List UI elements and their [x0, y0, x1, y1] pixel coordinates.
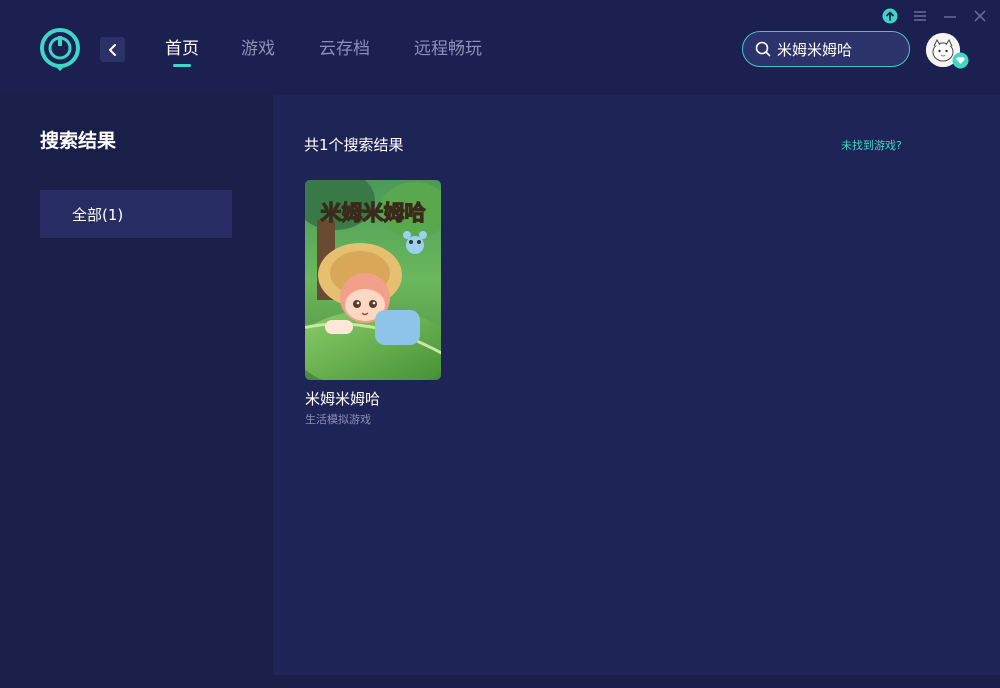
search-box[interactable]: [742, 31, 910, 67]
menu-icon[interactable]: [911, 7, 929, 25]
sidebar: 搜索结果 全部(1): [0, 95, 270, 688]
vip-diamond-icon: [951, 52, 970, 69]
nav-games-label: 游戏: [241, 39, 275, 59]
upload-icon[interactable]: [881, 7, 899, 25]
nav-remote-play-label: 远程畅玩: [414, 39, 482, 59]
nav-games[interactable]: 游戏: [241, 36, 275, 64]
not-found-link[interactable]: 未找到游戏?: [841, 137, 902, 153]
nav-home[interactable]: 首页: [165, 36, 199, 67]
minimize-icon[interactable]: [941, 7, 959, 25]
logo-icon: [40, 28, 80, 71]
app-window: 首页 游戏 云存档 远程畅玩 米姆米姆哈 搜索结果 全部(1) 共1个搜索结果 …: [0, 0, 1000, 688]
nav-cloud-save[interactable]: 云存档: [319, 36, 370, 64]
nav-cloud-save-label: 云存档: [319, 39, 370, 59]
game-cover-art: 米姆米姆哈: [305, 180, 441, 380]
search-input[interactable]: [777, 40, 897, 58]
results-panel: 共1个搜索结果 未找到游戏? 米姆米姆哈 米姆米姆哈 生活模拟游戏: [273, 95, 1000, 675]
nav-home-label: 首页: [165, 39, 199, 59]
sidebar-title: 搜索结果: [40, 130, 117, 152]
game-genre: 生活模拟游戏: [305, 413, 371, 426]
game-card[interactable]: 米姆米姆哈 米姆米姆哈 生活模拟游戏: [305, 180, 441, 427]
top-bar: 首页 游戏 云存档 远程畅玩: [0, 0, 1000, 95]
filter-all[interactable]: 全部(1): [40, 190, 232, 238]
search-icon[interactable]: [755, 41, 771, 57]
nav-remote-play[interactable]: 远程畅玩: [414, 36, 482, 64]
app-logo[interactable]: [39, 27, 81, 73]
game-name[interactable]: 米姆米姆哈: [305, 388, 441, 409]
cover-title-text: 米姆米姆哈: [321, 201, 426, 225]
game-cover[interactable]: 米姆米姆哈: [305, 180, 441, 380]
back-button[interactable]: [100, 37, 125, 62]
chevron-left-icon: [108, 43, 116, 56]
active-tab-indicator: [173, 64, 191, 67]
result-count: 共1个搜索结果: [304, 136, 404, 154]
close-icon[interactable]: [971, 7, 989, 25]
filter-all-label: 全部(1): [72, 205, 124, 224]
